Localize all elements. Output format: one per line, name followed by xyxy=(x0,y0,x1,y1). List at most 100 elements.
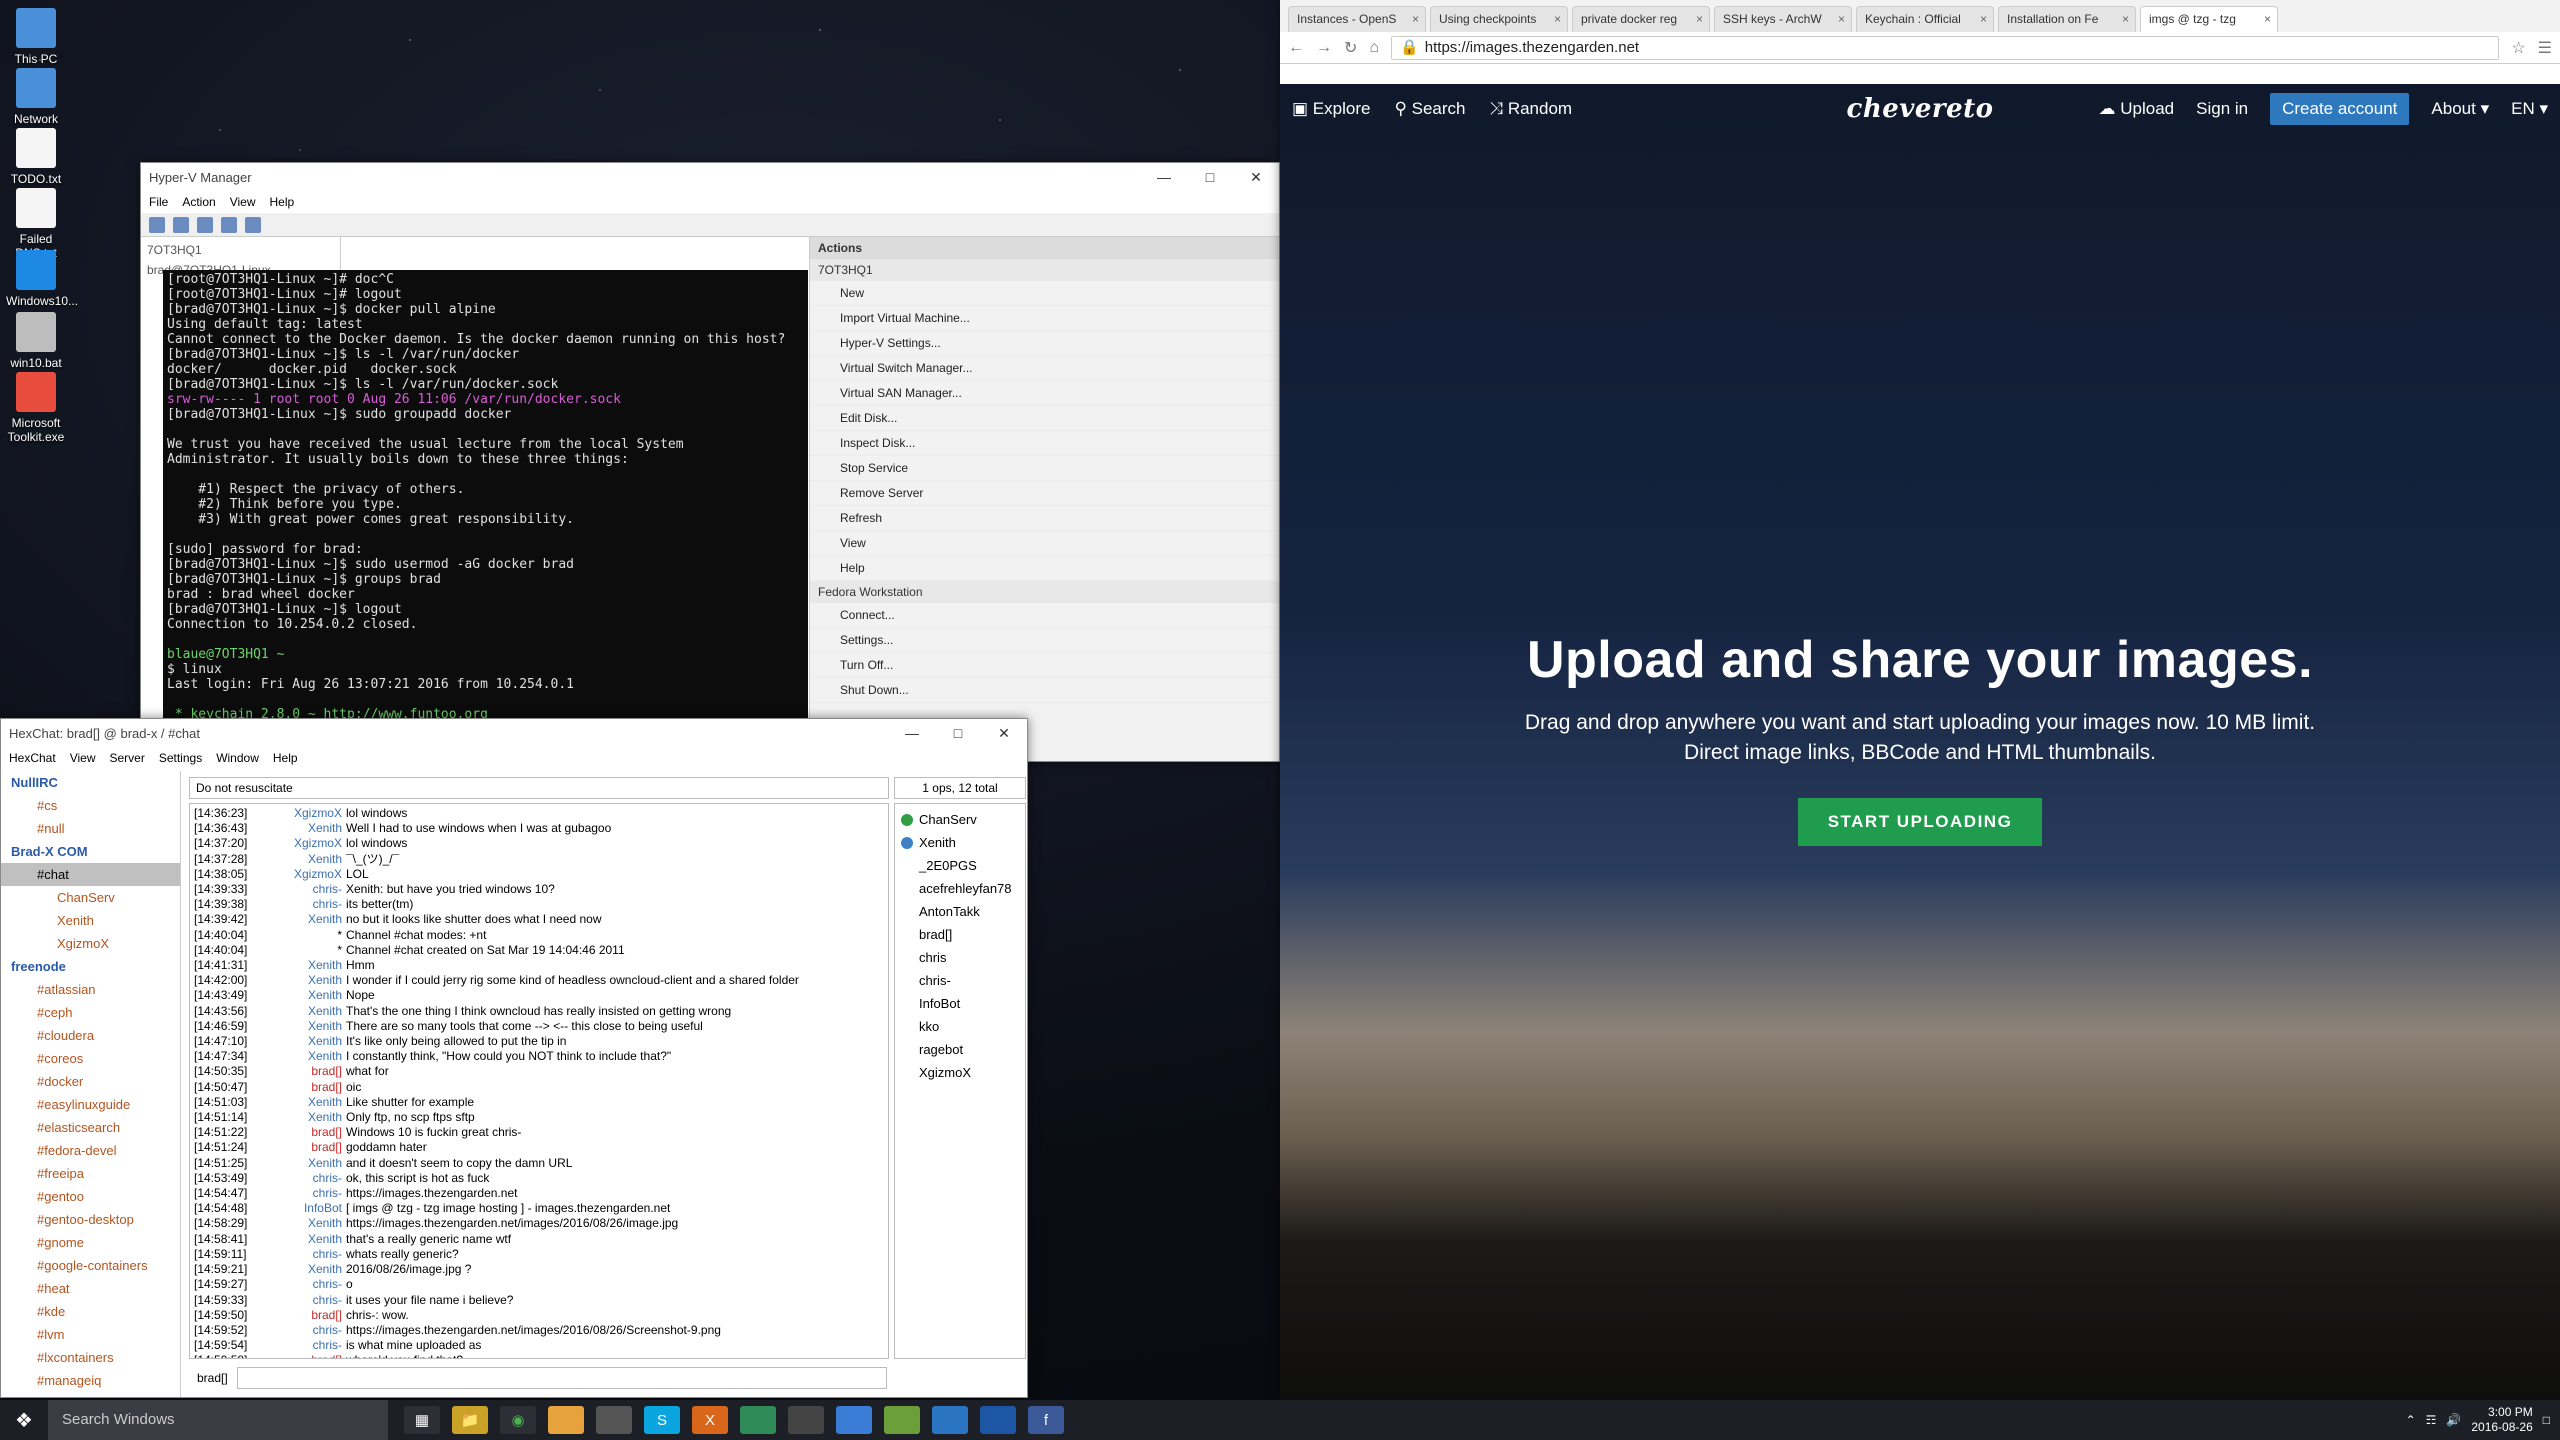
action-item[interactable]: Hyper-V Settings... xyxy=(810,331,1279,356)
folder-icon[interactable] xyxy=(197,216,213,233)
minimize-icon[interactable]: — xyxy=(889,719,935,747)
chat-nick[interactable]: XgizmoX xyxy=(262,867,346,882)
tree-item[interactable]: #manageiq xyxy=(1,1369,180,1392)
action-item[interactable]: Help xyxy=(810,556,1279,581)
close-icon[interactable]: × xyxy=(2122,7,2129,31)
vm-action-item[interactable]: Shut Down... xyxy=(810,678,1279,703)
chat-nick[interactable]: chris- xyxy=(262,1323,346,1338)
chat-nick[interactable]: chris- xyxy=(262,1293,346,1308)
user-list-item[interactable]: acefrehleyfan78 xyxy=(895,877,1025,900)
menu-icon[interactable]: ☰ xyxy=(2538,38,2552,58)
back-icon[interactable]: ← xyxy=(1288,39,1304,57)
notifications-icon[interactable]: □ xyxy=(2543,1413,2550,1427)
back-icon[interactable] xyxy=(149,216,165,233)
forward-icon[interactable] xyxy=(173,216,189,233)
app-icon[interactable] xyxy=(884,1406,920,1434)
tree-item[interactable]: #cs xyxy=(1,794,180,817)
tree-item[interactable]: freenode xyxy=(1,955,180,978)
chat-nick[interactable]: Xenith xyxy=(262,1095,346,1110)
chat-nick[interactable]: * xyxy=(262,928,346,943)
site-logo[interactable]: chevereto xyxy=(1846,94,1993,124)
chat-nick[interactable]: Xenith xyxy=(262,821,346,836)
action-item[interactable]: View xyxy=(810,531,1279,556)
desktop-icon[interactable]: This PC xyxy=(6,8,66,66)
user-list-item[interactable]: brad[] xyxy=(895,923,1025,946)
app-icon[interactable] xyxy=(932,1406,968,1434)
menu-settings[interactable]: Settings xyxy=(159,751,202,765)
chat-nick[interactable]: Xenith xyxy=(262,1262,346,1277)
chat-nick[interactable]: * xyxy=(262,943,346,958)
hexchat-icon[interactable]: X xyxy=(692,1406,728,1434)
address-bar[interactable]: 🔒 https://images.thezengarden.net xyxy=(1391,35,2500,60)
app-icon[interactable] xyxy=(596,1406,632,1434)
tree-item[interactable]: #ceph xyxy=(1,1001,180,1024)
nav-random[interactable]: ⤨ Random xyxy=(1490,99,1573,119)
language-menu[interactable]: EN ▾ xyxy=(2511,99,2548,119)
chat-nick[interactable]: brad[] xyxy=(262,1308,346,1323)
action-item[interactable]: Import Virtual Machine... xyxy=(810,306,1279,331)
app-icon[interactable] xyxy=(740,1406,776,1434)
tree-item[interactable]: #gentoo-desktop xyxy=(1,1208,180,1231)
star-icon[interactable]: ☆ xyxy=(2511,38,2525,58)
user-list-item[interactable]: AntonTakk xyxy=(895,900,1025,923)
tree-item[interactable]: #kde xyxy=(1,1300,180,1323)
windows-start-icon[interactable]: ❖ xyxy=(0,1400,48,1440)
user-list-item[interactable]: chris- xyxy=(895,969,1025,992)
browser-tab[interactable]: imgs @ tzg - tzg × xyxy=(2140,6,2278,32)
chat-nick[interactable]: brad[] xyxy=(262,1353,346,1358)
chat-nick[interactable]: Xenith xyxy=(262,1049,346,1064)
vm-action-item[interactable]: Turn Off... xyxy=(810,653,1279,678)
tree-item[interactable]: #cloudera xyxy=(1,1024,180,1047)
close-icon[interactable]: × xyxy=(1838,7,1845,31)
upload-link[interactable]: ☁ Upload xyxy=(2099,99,2175,119)
action-item[interactable]: Inspect Disk... xyxy=(810,431,1279,456)
chrome-icon[interactable]: ◉ xyxy=(500,1406,536,1434)
app-icon[interactable] xyxy=(788,1406,824,1434)
user-list-item[interactable]: chris xyxy=(895,946,1025,969)
action-item[interactable]: Refresh xyxy=(810,506,1279,531)
tree-item[interactable]: #lvm xyxy=(1,1323,180,1346)
chat-nick[interactable]: chris- xyxy=(262,1171,346,1186)
chat-nick[interactable]: Xenith xyxy=(262,1034,346,1049)
close-icon[interactable]: × xyxy=(1412,7,1419,31)
close-icon[interactable]: ✕ xyxy=(981,719,1027,747)
user-list-item[interactable]: InfoBot xyxy=(895,992,1025,1015)
message-input[interactable] xyxy=(237,1367,887,1389)
properties-icon[interactable] xyxy=(221,216,237,233)
nav-search[interactable]: ⚲ Search xyxy=(1394,99,1465,119)
tree-item[interactable]: #gnome xyxy=(1,1231,180,1254)
close-icon[interactable]: × xyxy=(1980,7,1987,31)
action-item[interactable]: Remove Server xyxy=(810,481,1279,506)
about-menu[interactable]: About ▾ xyxy=(2431,99,2489,119)
chat-nick[interactable]: Xenith xyxy=(262,1156,346,1171)
close-icon[interactable]: × xyxy=(1696,7,1703,31)
menu-help[interactable]: Help xyxy=(270,195,295,209)
tree-item[interactable]: #docker xyxy=(1,1070,180,1093)
menu-view[interactable]: View xyxy=(230,195,256,209)
chat-nick[interactable]: brad[] xyxy=(262,1125,346,1140)
chat-nick[interactable]: chris- xyxy=(262,897,346,912)
chat-nick[interactable]: Xenith xyxy=(262,1232,346,1247)
network-icon[interactable]: ☶ xyxy=(2426,1413,2437,1427)
desktop-icon[interactable]: Windows10... xyxy=(6,250,78,308)
maximize-icon[interactable]: □ xyxy=(935,719,981,747)
user-list-item[interactable]: _2E0PGS xyxy=(895,854,1025,877)
file-explorer-icon[interactable]: 📁 xyxy=(452,1406,488,1434)
menu-hexchat[interactable]: HexChat xyxy=(9,751,56,765)
app-icon[interactable] xyxy=(548,1406,584,1434)
tree-item[interactable]: XgizmoX xyxy=(1,932,180,955)
chat-nick[interactable]: Xenith xyxy=(262,852,346,867)
hexchat-titlebar[interactable]: HexChat: brad[] @ brad-x / #chat — □ ✕ xyxy=(1,719,1027,747)
hyperv-titlebar[interactable]: Hyper-V Manager — □ ✕ xyxy=(141,163,1279,191)
chat-nick[interactable]: Xenith xyxy=(262,1004,346,1019)
facebook-icon[interactable]: f xyxy=(1028,1406,1064,1434)
action-item[interactable]: Virtual SAN Manager... xyxy=(810,381,1279,406)
browser-tab[interactable]: SSH keys - ArchW × xyxy=(1714,6,1852,32)
tree-item[interactable]: #coreos xyxy=(1,1047,180,1070)
chat-nick[interactable]: chris- xyxy=(262,1186,346,1201)
user-list-item[interactable]: ragebot xyxy=(895,1038,1025,1061)
menu-help[interactable]: Help xyxy=(273,751,298,765)
volume-icon[interactable]: 🔊 xyxy=(2446,1413,2461,1427)
browser-tab[interactable]: Installation on Fe × xyxy=(1998,6,2136,32)
desktop-icon[interactable]: TODO.txt xyxy=(6,128,66,186)
